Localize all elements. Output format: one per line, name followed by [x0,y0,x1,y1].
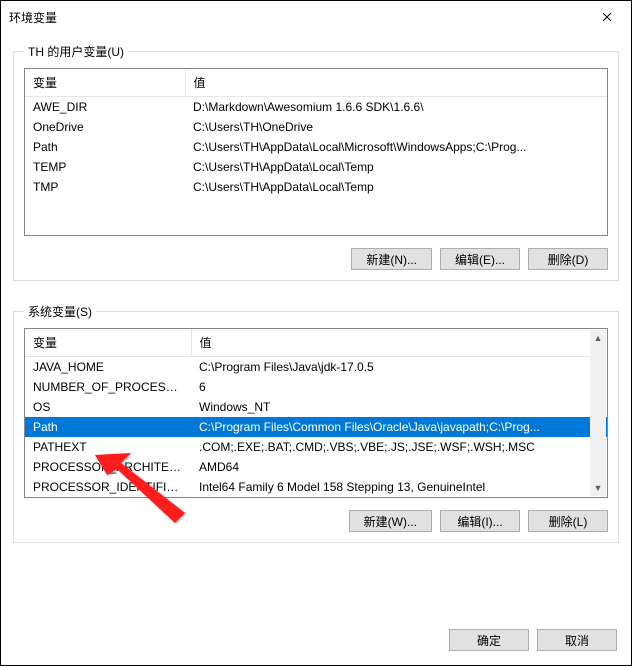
val-cell: .COM;.EXE;.BAT;.CMD;.VBS;.VBE;.JS;.JSE;.… [191,437,607,457]
var-cell: OneDrive [25,117,185,137]
sys-vars-table[interactable]: 变量 值 JAVA_HOMEC:\Program Files\Java\jdk-… [24,328,608,498]
user-new-button[interactable]: 新建(N)... [351,248,432,270]
var-cell: Path [25,137,185,157]
dialog-content: TH 的用户变量(U) 变量 值 AWE_DIRD:\Markdown\Awes… [1,33,631,617]
sys-buttons: 新建(W)... 编辑(I)... 删除(L) [24,510,608,532]
table-row[interactable]: PATHEXT.COM;.EXE;.BAT;.CMD;.VBS;.VBE;.JS… [25,437,607,457]
var-cell: JAVA_HOME [25,357,191,378]
table-row[interactable]: PROCESSOR_IDENTIFIERIntel64 Family 6 Mod… [25,477,607,497]
val-cell: 6 [191,377,607,397]
sys-vars-group: 系统变量(S) 变量 值 JAVA_HOMEC:\Program Files\J… [13,303,619,543]
cancel-button[interactable]: 取消 [537,629,617,651]
user-col-val[interactable]: 值 [185,69,607,97]
table-row[interactable]: PROCESSOR_ARCHITECT...AMD64 [25,457,607,477]
val-cell: C:\Program Files\Java\jdk-17.0.5 [191,357,607,378]
val-cell: D:\Markdown\Awesomium 1.6.6 SDK\1.6.6\ [185,97,607,118]
var-cell: NUMBER_OF_PROCESSORS [25,377,191,397]
table-row[interactable]: AWE_DIRD:\Markdown\Awesomium 1.6.6 SDK\1… [25,97,607,118]
user-vars-legend: TH 的用户变量(U) [24,43,128,60]
table-row[interactable]: NUMBER_OF_PROCESSORS6 [25,377,607,397]
table-row[interactable]: JAVA_HOMEC:\Program Files\Java\jdk-17.0.… [25,357,607,378]
val-cell: C:\Users\TH\OneDrive [185,117,607,137]
table-row[interactable]: OneDriveC:\Users\TH\OneDrive [25,117,607,137]
var-cell: PROCESSOR_ARCHITECT... [25,457,191,477]
sys-delete-button[interactable]: 删除(L) [528,510,608,532]
val-cell: C:\Users\TH\AppData\Local\Temp [185,177,607,197]
sys-scrollbar[interactable]: ▲ ▼ [590,330,606,496]
table-row[interactable]: TMPC:\Users\TH\AppData\Local\Temp [25,177,607,197]
titlebar: 环境变量 [1,1,631,33]
var-cell: AWE_DIR [25,97,185,118]
sys-col-val[interactable]: 值 [191,329,607,357]
user-col-var[interactable]: 变量 [25,69,185,97]
var-cell: OS [25,397,191,417]
sys-vars-legend: 系统变量(S) [24,303,96,320]
table-row[interactable]: OSWindows_NT [25,397,607,417]
var-cell: Path [25,417,191,437]
sys-new-button[interactable]: 新建(W)... [349,510,432,532]
var-cell: PROCESSOR_IDENTIFIER [25,477,191,497]
ok-button[interactable]: 确定 [449,629,529,651]
env-vars-dialog: 环境变量 TH 的用户变量(U) 变量 值 AWE_DIRD:\Markdown… [0,0,632,666]
table-row[interactable]: PathC:\Users\TH\AppData\Local\Microsoft\… [25,137,607,157]
scroll-down-icon[interactable]: ▼ [590,480,606,496]
val-cell: AMD64 [191,457,607,477]
scroll-track[interactable] [590,346,606,480]
sys-col-var[interactable]: 变量 [25,329,191,357]
dialog-footer: 确定 取消 [1,617,631,665]
scroll-up-icon[interactable]: ▲ [590,330,606,346]
user-buttons: 新建(N)... 编辑(E)... 删除(D) [24,248,608,270]
user-vars-group: TH 的用户变量(U) 变量 值 AWE_DIRD:\Markdown\Awes… [13,43,619,281]
val-cell: C:\Users\TH\AppData\Local\Temp [185,157,607,177]
val-cell: Intel64 Family 6 Model 158 Stepping 13, … [191,477,607,497]
table-row[interactable]: PathC:\Program Files\Common Files\Oracle… [25,417,607,437]
close-button[interactable] [587,2,627,32]
var-cell: TMP [25,177,185,197]
user-edit-button[interactable]: 编辑(E)... [440,248,520,270]
var-cell: TEMP [25,157,185,177]
sys-edit-button[interactable]: 编辑(I)... [440,510,520,532]
var-cell: PATHEXT [25,437,191,457]
user-delete-button[interactable]: 删除(D) [528,248,608,270]
val-cell: C:\Program Files\Common Files\Oracle\Jav… [191,417,607,437]
window-title: 环境变量 [9,9,587,26]
user-vars-table[interactable]: 变量 值 AWE_DIRD:\Markdown\Awesomium 1.6.6 … [24,68,608,236]
val-cell: Windows_NT [191,397,607,417]
val-cell: C:\Users\TH\AppData\Local\Microsoft\Wind… [185,137,607,157]
table-row[interactable]: TEMPC:\Users\TH\AppData\Local\Temp [25,157,607,177]
close-icon [602,12,612,22]
